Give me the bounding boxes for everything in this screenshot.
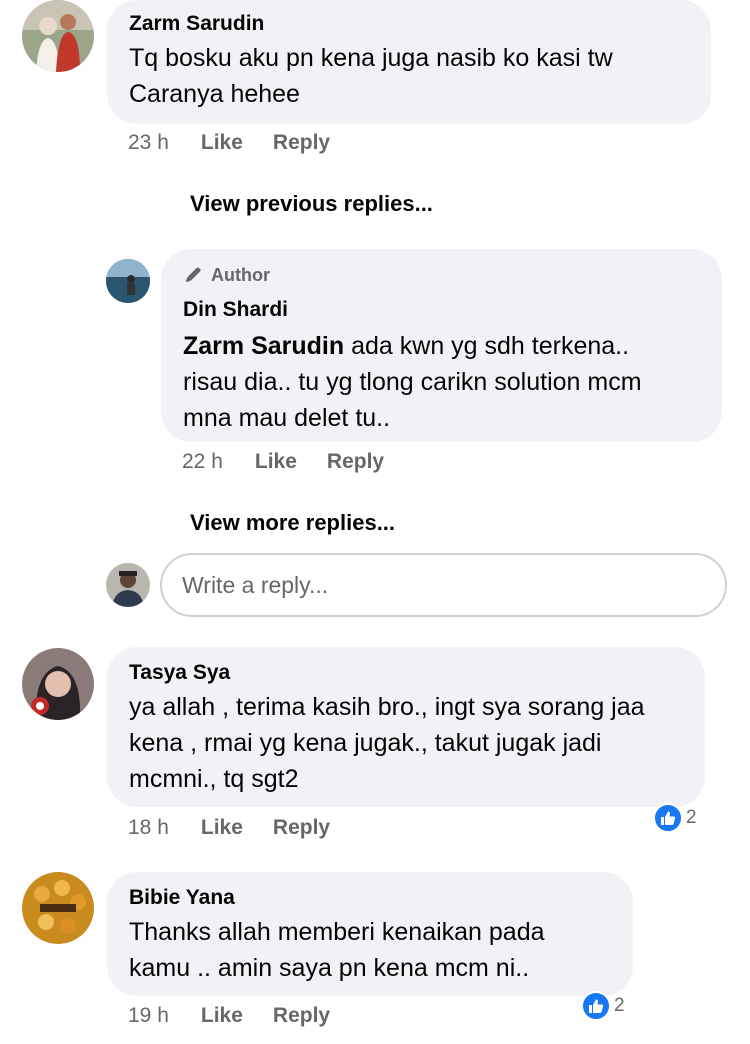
comment-text: Tq bosku aku pn kena juga nasib ko kasi … [129, 44, 613, 108]
comment-bubble: Zarm Sarudin Tq bosku aku pn kena juga n… [107, 0, 711, 124]
comment-meta: 19 h Like Reply [128, 1004, 360, 1028]
like-button[interactable]: Like [201, 1004, 243, 1028]
comment-author-name[interactable]: Din Shardi [183, 296, 700, 324]
author-badge: Author [183, 263, 700, 287]
avatar-current-user [106, 563, 150, 607]
like-button[interactable]: Like [201, 816, 243, 840]
reply-button[interactable]: Reply [273, 816, 330, 840]
reaction-summary[interactable]: 2 [653, 803, 697, 833]
comment-timestamp[interactable]: 19 h [128, 1004, 169, 1028]
reply-button[interactable]: Reply [273, 1004, 330, 1028]
like-reaction-icon [581, 991, 611, 1021]
pencil-icon [186, 267, 201, 282]
avatar-tasya-sya[interactable] [22, 648, 94, 720]
reaction-summary[interactable]: 2 [581, 991, 625, 1021]
reply-button[interactable]: Reply [327, 450, 384, 474]
comment-text: Thanks allah memberi kenaikan pada kamu … [129, 918, 545, 982]
reaction-count: 2 [686, 807, 697, 828]
reply-input-placeholder: Write a reply... [182, 571, 329, 598]
comment-meta: 23 h Like Reply [128, 131, 360, 155]
comment-bubble: Author Din Shardi Zarm Sarudin ada kwn y… [161, 249, 722, 442]
like-button[interactable]: Like [255, 450, 297, 474]
avatar-bibie-yana[interactable] [22, 872, 94, 944]
reaction-count: 2 [614, 995, 625, 1016]
comment-timestamp[interactable]: 22 h [182, 450, 223, 474]
avatar-din-shardi[interactable] [106, 259, 150, 303]
like-reaction-icon [653, 803, 683, 833]
comment-author-name[interactable]: Zarm Sarudin [129, 10, 689, 38]
mention-link[interactable]: Zarm Sarudin [183, 332, 344, 360]
avatar-zarm-sarudin[interactable] [22, 0, 94, 72]
comment-timestamp[interactable]: 18 h [128, 816, 169, 840]
comment-bubble: Bibie Yana Thanks allah memberi kenaikan… [107, 872, 633, 996]
comment-meta: 18 h Like Reply [128, 816, 360, 840]
view-previous-replies-link[interactable]: View previous replies... [190, 191, 433, 217]
view-more-replies-link[interactable]: View more replies... [190, 510, 395, 536]
comment-meta: 22 h Like Reply [182, 450, 414, 474]
comment-timestamp[interactable]: 23 h [128, 131, 169, 155]
comment-bubble: Tasya Sya ya allah , terima kasih bro., … [107, 647, 705, 807]
reply-input[interactable]: Write a reply... [160, 553, 727, 617]
comment-text: ya allah , terima kasih bro., ingt sya s… [129, 693, 645, 793]
reply-button[interactable]: Reply [273, 131, 330, 155]
comment-text: Zarm Sarudin ada kwn yg sdh terkena.. ri… [183, 328, 683, 436]
comment-author-name[interactable]: Tasya Sya [129, 659, 683, 687]
author-badge-label: Author [211, 264, 270, 285]
like-button[interactable]: Like [201, 131, 243, 155]
comment-author-name[interactable]: Bibie Yana [129, 884, 611, 912]
